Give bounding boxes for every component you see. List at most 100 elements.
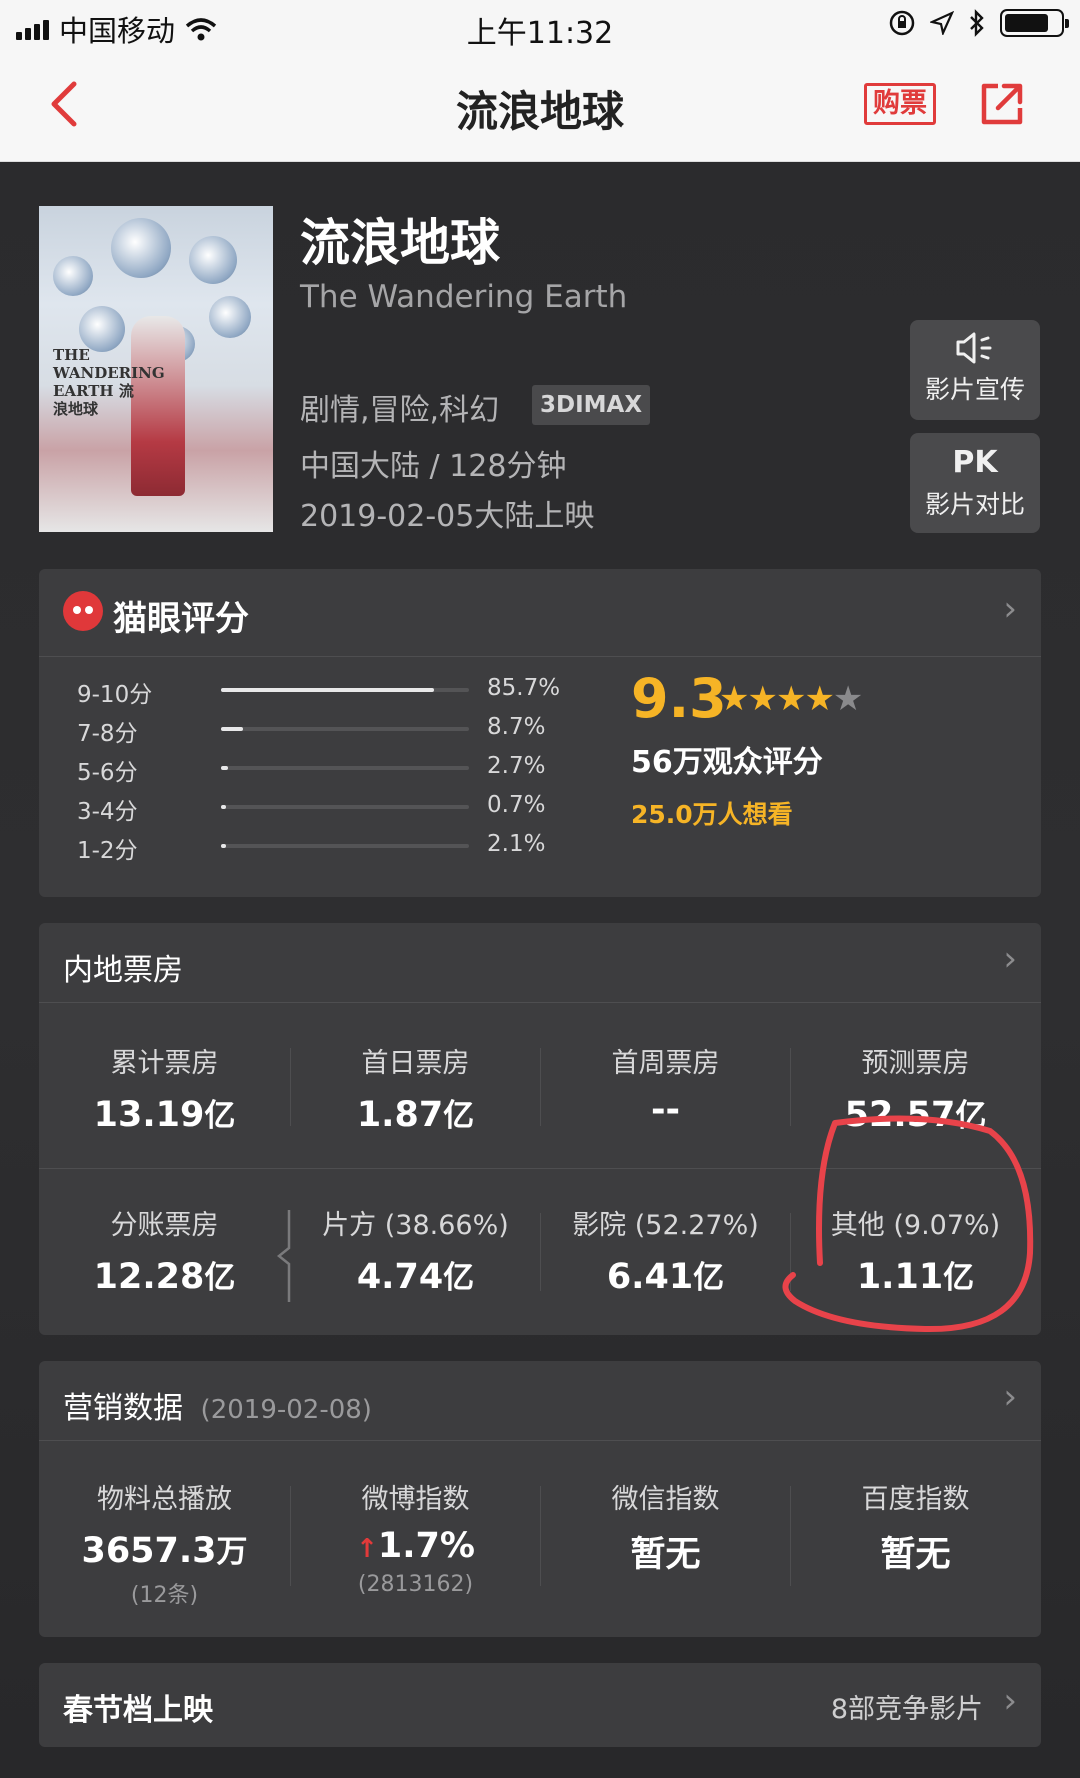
promo-button[interactable]: 影片宣传: [910, 320, 1040, 420]
chevron-right-icon: ›: [1003, 589, 1017, 629]
distribution-bar-fill: [221, 844, 227, 848]
box-office-cell: 预测票房 52.57亿: [790, 1041, 1041, 1135]
cell-label: 微博指数: [361, 1484, 470, 1515]
cell-value: 13.19亿: [93, 1095, 236, 1135]
cell-label: 首日票房: [361, 1048, 470, 1079]
distribution-bar: [221, 805, 469, 809]
cell-value: 暂无: [630, 1535, 701, 1575]
movie-poster[interactable]: THE WANDERING EARTH 流浪地球: [39, 206, 273, 532]
chevron-right-icon: ›: [1003, 1681, 1017, 1721]
box-office-card: 内地票房 › 累计票房 13.19亿 首日票房 1.87亿 首周票房 -- 预测…: [39, 923, 1041, 1335]
rating-card-header[interactable]: 猫眼评分 ›: [39, 569, 1041, 657]
movie-genres: 剧情,冒险,科幻: [300, 393, 500, 428]
buy-ticket-button[interactable]: 购票: [864, 83, 936, 125]
distribution-bar-fill: [221, 688, 434, 692]
distribution-bar: [221, 727, 469, 731]
rating-distribution-row: 1-2分 2.1%: [77, 831, 545, 864]
marketing-cell: 微博指数 ↑1.7% (2813162): [290, 1477, 541, 1597]
competitor-films-link[interactable]: 8部竞争影片: [831, 1687, 983, 1726]
distribution-percent: 2.1%: [487, 831, 546, 857]
cell-value: 暂无: [880, 1535, 951, 1575]
marketing-card: 营销数据 (2019-02-08) › 物料总播放 3657.3万 (12条) …: [39, 1361, 1041, 1637]
cell-value: 3657.3万: [81, 1531, 248, 1571]
distribution-percent: 2.7%: [487, 753, 546, 779]
marketing-cell: 物料总播放 3657.3万 (12条): [39, 1477, 290, 1609]
compare-button[interactable]: PK 影片对比: [910, 433, 1040, 533]
spring-festival-title: 春节档上映: [63, 1693, 213, 1728]
rating-votes: 56万观众评分: [631, 745, 823, 780]
distribution-label: 3-4分: [77, 799, 138, 825]
movie-release-date: 2019-02-05大陆上映: [300, 499, 595, 534]
speaker-icon: [956, 332, 992, 364]
rating-card: 猫眼评分 › 9-10分 85.7% 7-8分 8.7% 5-6分 2.7% 3-4分 0.7…: [39, 569, 1041, 897]
marketing-title: 营销数据 (2019-02-08): [63, 1391, 372, 1426]
cell-label: 影院 (52.27%): [572, 1210, 759, 1241]
nav-bar: 流浪地球 购票: [0, 50, 1080, 162]
movie-region-duration: 中国大陆 / 128分钟: [300, 449, 567, 484]
cell-label: 预测票房: [861, 1048, 970, 1079]
cell-value: 1.87亿: [356, 1095, 475, 1135]
cell-label: 片方 (38.66%): [322, 1210, 509, 1241]
split-box-office-cell: 影院 (52.27%) 6.41亿: [540, 1203, 791, 1297]
bluetooth-icon: [970, 9, 984, 37]
maoyan-cat-icon: [63, 591, 103, 631]
distribution-bar: [221, 688, 469, 692]
chevron-right-icon: ›: [1003, 939, 1017, 979]
cell-value: 1.11亿: [856, 1257, 975, 1297]
orientation-lock-icon: [889, 10, 915, 36]
status-bar: 中国移动 上午11:32: [0, 0, 1080, 51]
marketing-cell: 微信指数 暂无: [540, 1477, 791, 1577]
rating-distribution-row: 5-6分 2.7%: [77, 753, 545, 786]
distribution-label: 1-2分: [77, 838, 138, 864]
box-office-cell: 首周票房 --: [540, 1041, 791, 1130]
movie-detail-content: THE WANDERING EARTH 流浪地球 流浪地球 The Wander…: [0, 163, 1080, 1778]
cell-label: 累计票房: [110, 1048, 219, 1079]
cell-value: 4.74亿: [356, 1257, 475, 1297]
poster-title-art: THE WANDERING EARTH 流浪地球: [53, 346, 165, 418]
distribution-bar-fill: [221, 766, 228, 770]
distribution-percent: 8.7%: [487, 714, 546, 740]
battery-icon: [1000, 9, 1069, 37]
split-box-office-cell: 其他 (9.07%) 1.11亿: [790, 1203, 1041, 1297]
want-to-see-count: 25.0万人想看: [631, 800, 793, 829]
split-box-office-cell: 片方 (38.66%) 4.74亿: [290, 1203, 541, 1297]
star-rating-icon: ★★★★★: [719, 679, 863, 719]
pk-icon: PK: [952, 445, 998, 480]
cell-sub: (12条): [130, 1583, 199, 1608]
distribution-bar-fill: [221, 727, 243, 731]
cell-label: 百度指数: [861, 1484, 970, 1515]
distribution-label: 7-8分: [77, 721, 138, 747]
promo-button-label: 影片宣传: [924, 375, 1025, 404]
movie-title: 流浪地球: [300, 214, 500, 272]
rating-title: 猫眼评分: [113, 599, 249, 639]
cell-value: ↑1.7%: [356, 1526, 475, 1566]
distribution-percent: 0.7%: [487, 792, 546, 818]
share-icon[interactable]: [978, 80, 1026, 128]
box-office-cell: 首日票房 1.87亿: [290, 1041, 541, 1135]
cell-label: 物料总播放: [97, 1484, 232, 1515]
rating-score: 9.3: [631, 667, 727, 730]
distribution-label: 9-10分: [77, 682, 153, 708]
format-badge: 3DIMAX: [532, 385, 651, 425]
status-right: [888, 9, 1069, 37]
cell-label: 首周票房: [611, 1048, 720, 1079]
rating-distribution-row: 7-8分 8.7%: [77, 714, 545, 747]
spring-festival-card[interactable]: 春节档上映 8部竞争影片 ›: [39, 1663, 1041, 1747]
rating-distribution-row: 3-4分 0.7%: [77, 792, 545, 825]
location-icon: [930, 11, 954, 35]
marketing-header[interactable]: 营销数据 (2019-02-08) ›: [39, 1361, 1041, 1441]
box-office-header[interactable]: 内地票房 ›: [39, 923, 1041, 1003]
box-office-title: 内地票房: [63, 953, 183, 988]
chevron-right-icon: ›: [1003, 1377, 1017, 1417]
cell-value: 52.57亿: [844, 1095, 987, 1135]
compare-button-label: 影片对比: [924, 490, 1025, 519]
box-office-cell: 累计票房 13.19亿: [39, 1041, 290, 1135]
rating-distribution-row: 9-10分 85.7%: [77, 675, 560, 708]
cell-sub: (2813162): [357, 1572, 474, 1597]
marketing-cell: 百度指数 暂无: [790, 1477, 1041, 1577]
cell-value: --: [650, 1090, 681, 1130]
distribution-bar-fill: [221, 805, 226, 809]
split-box-office-cell: 分账票房 12.28亿: [39, 1203, 290, 1297]
cell-value: 12.28亿: [93, 1257, 236, 1297]
distribution-percent: 85.7%: [487, 675, 561, 701]
